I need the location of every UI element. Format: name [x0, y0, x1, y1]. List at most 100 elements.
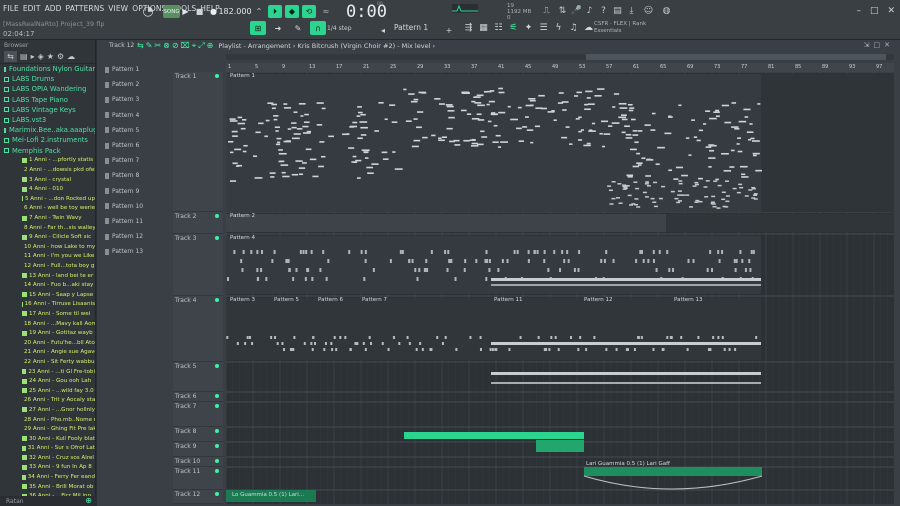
pattern-list-item[interactable]: Pattern 1: [104, 62, 162, 77]
track-mute-icon[interactable]: [215, 394, 219, 398]
timeline-ruler[interactable]: 1 5 9 13 17 21 25 29 33 37 41 45 49 53 57 61 65 69 73 77 81 8…: [226, 63, 894, 72]
bolt-icon[interactable]: ϟ: [552, 21, 565, 35]
browser-tag-icon[interactable]: ◈: [38, 52, 44, 61]
browser-item[interactable]: 2 Anni - ...dowsis pkd ofer: [4, 165, 95, 175]
pattern-add-icon[interactable]: +: [442, 24, 456, 37]
browser-item[interactable]: 5 Anni - ...don Rocked up: [4, 194, 95, 204]
browser-item[interactable]: 3 Anni - crystal: [4, 175, 95, 185]
pattern-list-item[interactable]: Pattern 5: [104, 123, 162, 138]
pencil-icon[interactable]: ✎: [290, 21, 306, 35]
track-header[interactable]: Track 12: [173, 490, 223, 504]
blend-icon[interactable]: ≈: [320, 5, 332, 18]
track-mute-icon[interactable]: [215, 469, 219, 473]
pattern-list-item[interactable]: Pattern 10: [104, 199, 162, 214]
pattern-list-item[interactable]: Pattern 2: [104, 77, 162, 92]
browser-item[interactable]: 7 Anni - Twin Wavy: [4, 213, 95, 223]
track-header[interactable]: Track 5: [173, 362, 223, 392]
playlist-icon[interactable]: ⇶: [462, 21, 475, 35]
help-icon[interactable]: ?: [597, 4, 610, 17]
browser-plug-icon[interactable]: ⚙: [57, 52, 64, 61]
pattern-list-item[interactable]: Pattern 8: [104, 168, 162, 183]
browser-item[interactable]: 1 Anni - ...pfortly statis: [4, 156, 95, 166]
wait-input-icon[interactable]: ⏵: [268, 5, 282, 18]
browser-item[interactable]: 14 Anni - Fuo b...aki stay sh: [4, 280, 95, 290]
track-header[interactable]: Track 6: [173, 392, 223, 402]
audio-clip-icon[interactable]: ♫: [567, 21, 580, 35]
browser-item[interactable]: 15 Anni - Saap y Lapse: [4, 290, 95, 300]
browser-item[interactable]: 27 Anni - ...Gnor hollnly: [4, 405, 95, 415]
browser-collapse-icon[interactable]: ▸: [31, 52, 35, 61]
pattern-list-item[interactable]: Pattern 9: [104, 184, 162, 199]
browser-item[interactable]: 8 Anni - Far th...sis walley st: [4, 223, 95, 233]
track-header[interactable]: Track 3: [173, 234, 223, 296]
track-header[interactable]: Track 2: [173, 212, 223, 234]
browser-item[interactable]: 22 Anni - Sit Ferty wabbuiny: [4, 357, 95, 367]
stop-button[interactable]: ■: [195, 5, 204, 18]
pattern-selector[interactable]: Pattern 1: [394, 23, 442, 35]
metronome-icon[interactable]: ⌃: [253, 5, 265, 18]
track-mute-icon[interactable]: [215, 298, 219, 302]
browser-item[interactable]: 34 Anni - Ferry Fer eand: [4, 472, 95, 482]
track-header[interactable]: Track 10: [173, 457, 223, 467]
browser-item[interactable]: 24 Anni - Gou ooh Lah: [4, 376, 95, 386]
track-mute-icon[interactable]: [215, 364, 219, 368]
mixer-window-icon[interactable]: ⚟: [507, 21, 520, 35]
pattern-list-item[interactable]: Pattern 13: [104, 244, 162, 259]
audio-icon[interactable]: ♪: [583, 4, 596, 17]
browser-folder[interactable]: LABS Vintage Keys: [4, 105, 95, 115]
track-header[interactable]: Track 9: [173, 442, 223, 457]
browser-options-icon[interactable]: ⇆: [4, 51, 17, 62]
scroll-thumb[interactable]: [586, 54, 886, 60]
close-playlist-icon[interactable]: ✕: [884, 41, 894, 49]
maximize-icon[interactable]: □: [870, 6, 879, 16]
track-mute-icon[interactable]: [215, 74, 219, 78]
browser-all-icon[interactable]: ▤: [20, 52, 28, 61]
pattern-list-item[interactable]: Pattern 11: [104, 214, 162, 229]
arrangement-grid[interactable]: Pattern 1 Pattern 2 Pattern 4 Pattern 3 Patt…: [226, 72, 894, 504]
browser-icon[interactable]: ☰: [537, 21, 550, 35]
browser-item[interactable]: 28 Anni - Pho.mb..Nome mmes: [4, 415, 95, 425]
track-mute-icon[interactable]: [215, 214, 219, 218]
browser-item[interactable]: 10 Anni - how Lake to my Mocks: [4, 242, 95, 252]
plugin-db-icon[interactable]: ✦: [522, 21, 535, 35]
browser-cloud-icon[interactable]: ☁: [67, 52, 75, 61]
track-mute-icon[interactable]: [215, 492, 219, 496]
tempo-display[interactable]: 182.000: [218, 5, 251, 18]
pattern-list-item[interactable]: Pattern 7: [104, 153, 162, 168]
snap-selector[interactable]: 1/4 step: [327, 25, 352, 32]
browser-folder[interactable]: Mei-Lofi 2.instruments: [4, 135, 95, 145]
zoom-icon[interactable]: ⊕: [85, 496, 92, 505]
play-button[interactable]: ▶: [181, 5, 190, 18]
browser-item[interactable]: 23 Anni - ...ti Gl Fre-tobi: [4, 367, 95, 377]
pattern-prev-icon[interactable]: ◂: [376, 24, 390, 37]
pattern-list-item[interactable]: Pattern 12: [104, 229, 162, 244]
browser-item[interactable]: 26 Anni - Trit y Aocaly stan: [4, 396, 95, 406]
browser-item[interactable]: 30 Anni - Kull Fooly blat: [4, 434, 95, 444]
browser-item[interactable]: 31 Anni - Sur s Ofrof Lat: [4, 444, 95, 454]
browser-item[interactable]: 16 Anni - Tirruse Lisaanis: [4, 300, 95, 310]
browser-folder[interactable]: LABS Drums: [4, 74, 95, 84]
add-pattern-icon[interactable]: ⊞: [250, 21, 266, 35]
chat-icon[interactable]: ▤: [611, 4, 624, 17]
browser-item[interactable]: 6 Anni - well be toy weriers: [4, 204, 95, 214]
max-icon[interactable]: □: [874, 41, 885, 49]
track-header[interactable]: Track 1: [173, 72, 223, 212]
browser-folder[interactable]: LABS Tape Piano: [4, 95, 95, 105]
browser-item[interactable]: 32 Anni - Cruz sos Alrel: [4, 453, 95, 463]
track-header[interactable]: Track 11: [173, 467, 223, 490]
browser-item[interactable]: 29 Anni - Ghing Fit Pre lake: [4, 424, 95, 434]
browser-star-icon[interactable]: ★: [47, 52, 54, 61]
playlist-tools-icon[interactable]: ⇆✎✂⊗⊘⌧⌖⤢⊕: [137, 41, 215, 51]
browser-item[interactable]: 33 Anni - 9 fun In Ap 8: [4, 463, 95, 473]
mixer-icon[interactable]: ⇅: [556, 4, 569, 17]
menu-patterns[interactable]: PATTERNS: [66, 4, 105, 13]
browser-item[interactable]: 21 Anni - Angie sue Agavo: [4, 348, 95, 358]
menu-file[interactable]: FILE: [3, 4, 19, 13]
track-mute-icon[interactable]: [215, 459, 219, 463]
browser-item[interactable]: 4 Anni - 010: [4, 184, 95, 194]
browser-folder[interactable]: Memphis Pack: [4, 146, 95, 156]
smile-icon[interactable]: ☺: [642, 4, 655, 17]
browser-item[interactable]: 17 Anni - Some til wei: [4, 309, 95, 319]
record-button[interactable]: ●: [209, 5, 218, 18]
pattern-list-item[interactable]: Pattern 3: [104, 92, 162, 107]
